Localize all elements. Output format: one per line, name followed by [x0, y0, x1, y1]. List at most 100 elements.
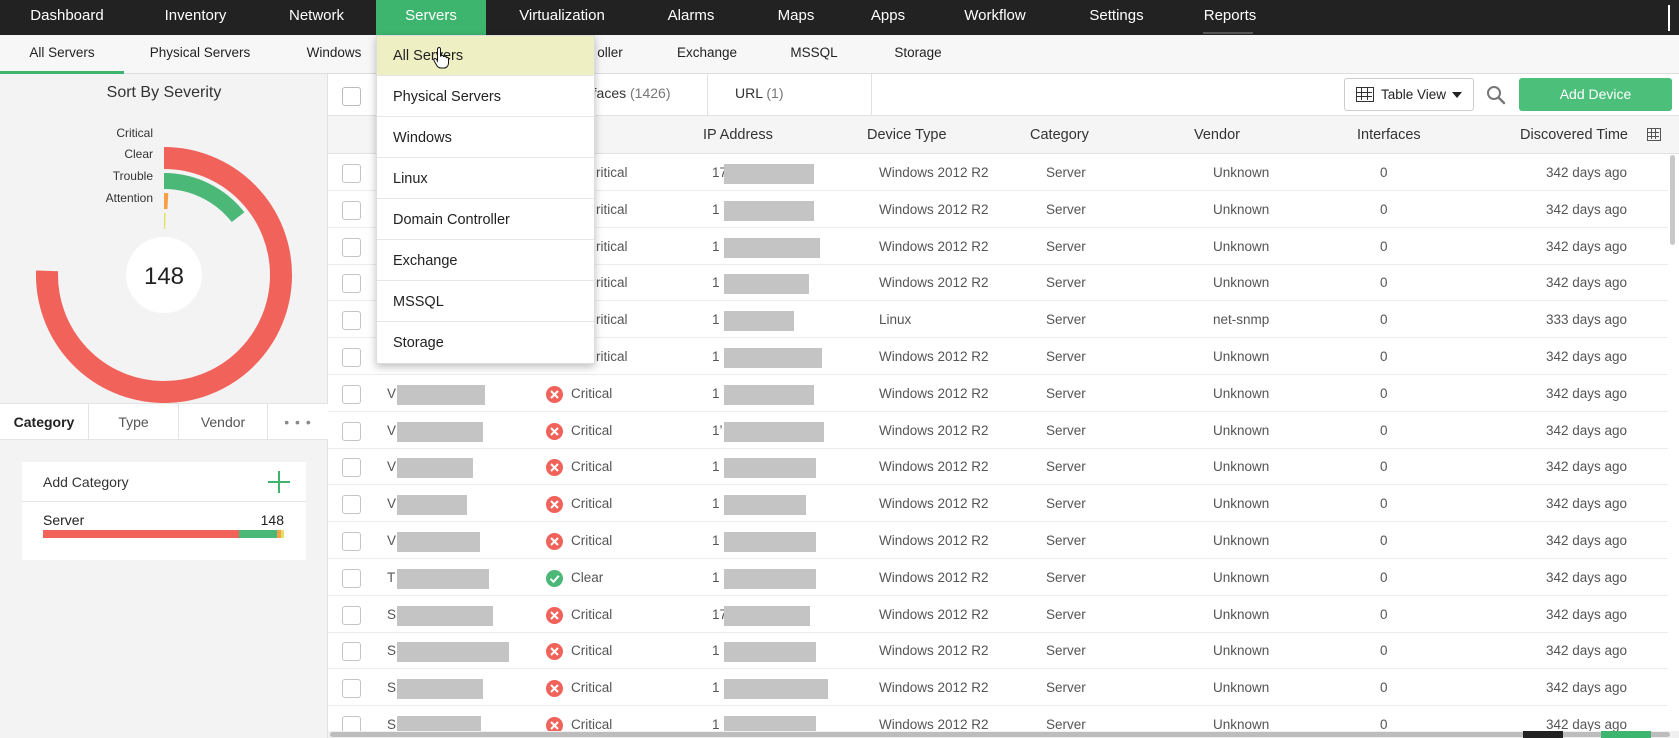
device-name-initial[interactable]: S [387, 670, 396, 706]
category-name[interactable]: Server [43, 512, 84, 528]
search-icon[interactable] [1486, 85, 1506, 105]
device-name-initial[interactable]: S [387, 597, 396, 633]
critical-icon [546, 643, 563, 661]
menu-item-linux[interactable]: Linux [377, 159, 594, 199]
device-name-initial[interactable]: V [387, 449, 396, 485]
col-ip-address[interactable]: IP Address [703, 116, 773, 154]
severity-title: Sort By Severity [106, 84, 222, 101]
subnav-storage[interactable]: Storage [884, 35, 952, 74]
table-row[interactable]: T Clear 1 Windows 2012 R2 Server Unknown 0 342 … [328, 559, 1668, 596]
column-settings-icon[interactable] [1647, 128, 1661, 141]
row-checkbox[interactable] [342, 200, 361, 220]
row-checkbox[interactable] [342, 568, 361, 588]
subnav-windows[interactable]: Windows [294, 35, 374, 74]
menu-item-exchange[interactable]: Exchange [377, 241, 594, 281]
table-row[interactable]: S Critical 1 Windows 2012 R2 Server Unknown 0 3… [328, 670, 1668, 707]
tab-type[interactable]: Type [89, 404, 179, 440]
discovered-time: 342 days ago [1546, 349, 1628, 364]
row-checkbox[interactable] [342, 532, 361, 551]
device-name-initial[interactable]: V [387, 486, 396, 522]
vendor: Unknown [1213, 201, 1270, 217]
device-name-initial[interactable]: V [387, 376, 396, 412]
nav-apps[interactable]: Apps [848, 0, 928, 35]
menu-item-physical-servers[interactable]: Physical Servers [377, 77, 594, 117]
col-discovered-time[interactable]: Discovered Time [1520, 116, 1628, 154]
subnav-domain-controller[interactable]: oller [590, 35, 630, 74]
row-checkbox[interactable] [342, 495, 361, 515]
status-text: ritical [596, 165, 628, 180]
col-vendor[interactable]: Vendor [1194, 116, 1240, 154]
hand-cursor-icon [433, 47, 449, 69]
col-device-type[interactable]: Device Type [867, 116, 947, 154]
device-name-initial[interactable]: T [387, 560, 395, 596]
interfaces: 0 [1380, 275, 1388, 291]
category: Server [1046, 165, 1086, 180]
row-checkbox[interactable] [342, 642, 361, 662]
col-interfaces[interactable]: Interfaces [1357, 116, 1421, 154]
menu-item-mssql[interactable]: MSSQL [377, 282, 594, 322]
nav-virtualization[interactable]: Virtualization [486, 0, 638, 35]
nav-network[interactable]: Network [257, 0, 376, 35]
nav-maps[interactable]: Maps [744, 0, 848, 35]
row-checkbox[interactable] [342, 679, 361, 699]
redacted-device-name [397, 568, 489, 589]
row-checkbox[interactable] [342, 384, 361, 404]
select-all-checkbox[interactable] [342, 87, 361, 106]
nav-settings[interactable]: Settings [1062, 0, 1171, 35]
nav-menu-handle[interactable] [1659, 0, 1679, 35]
device-name-initial[interactable]: V [387, 413, 396, 449]
tab-url-count: (1) [766, 85, 784, 101]
vertical-scrollbar[interactable] [1670, 155, 1675, 245]
tab-category[interactable]: Category [0, 404, 89, 440]
category: Server [1046, 201, 1086, 217]
subnav-all-servers[interactable]: All Servers [0, 35, 124, 74]
table-row[interactable]: V Critical 1 Windows 2012 R2 Server Unknown 0 3… [328, 523, 1668, 559]
interfaces: 0 [1380, 459, 1388, 475]
critical-icon [546, 422, 563, 440]
subnav-exchange[interactable]: Exchange [665, 35, 749, 74]
device-name-initial[interactable]: V [387, 523, 396, 559]
table-row[interactable]: S Critical 17 Windows 2012 R2 Server Unknown 0… [328, 596, 1668, 633]
menu-item-domain-controller[interactable]: Domain Controller [377, 200, 594, 240]
plus-icon[interactable] [268, 471, 290, 493]
tab-vendor[interactable]: Vendor [179, 404, 268, 440]
nav-inventory[interactable]: Inventory [134, 0, 257, 35]
col-category[interactable]: Category [1030, 116, 1089, 154]
nav-reports[interactable]: Reports [1171, 0, 1289, 35]
row-checkbox[interactable] [342, 348, 361, 367]
row-checkbox[interactable] [342, 605, 361, 625]
table-row[interactable]: V Critical 1 Windows 2012 R2 Server Unknown 0 3… [328, 375, 1668, 412]
table-row[interactable]: S Critical 1 Windows 2012 R2 Server Unknown 0 3… [328, 633, 1668, 670]
add-device-button[interactable]: Add Device [1519, 78, 1672, 111]
nav-dashboard[interactable]: Dashboard [0, 0, 134, 35]
subnav-physical-servers[interactable]: Physical Servers [136, 35, 264, 74]
row-checkbox[interactable] [342, 164, 361, 183]
tab-url[interactable]: URL (1) [708, 74, 872, 115]
more-tabs-icon[interactable]: • • • [268, 404, 328, 440]
row-checkbox[interactable] [342, 274, 361, 294]
nav-servers[interactable]: Servers [376, 0, 486, 35]
menu-item-all-servers[interactable]: All Servers [377, 36, 594, 76]
table-row[interactable]: V Critical 1’ Windows 2012 R2 Server Unknown 0… [328, 412, 1668, 449]
row-checkbox[interactable] [342, 311, 361, 331]
menu-item-storage[interactable]: Storage [377, 323, 594, 363]
row-checkbox[interactable] [342, 237, 361, 257]
device-name-initial[interactable]: S [387, 633, 396, 669]
severity-donut-chart[interactable]: 148 [0, 110, 328, 410]
nav-workflow[interactable]: Workflow [928, 0, 1062, 35]
table-view-dropdown[interactable]: Table View [1344, 78, 1474, 111]
subnav-mssql[interactable]: MSSQL [779, 35, 849, 74]
menu-item-windows[interactable]: Windows [377, 118, 594, 158]
table-row[interactable]: V Critical 1 Windows 2012 R2 Server Unknown 0 3… [328, 486, 1668, 523]
add-category-row[interactable]: Add Category [22, 462, 306, 502]
horizontal-scrollbar[interactable] [330, 732, 1670, 737]
vendor: net-snmp [1213, 312, 1270, 328]
table-row[interactable]: V Critical 1 Windows 2012 R2 Server Unknown 0 3… [328, 449, 1668, 486]
row-checkbox[interactable] [342, 458, 361, 478]
interfaces: 0 [1380, 496, 1388, 512]
discovered-time: 342 days ago [1546, 643, 1628, 659]
critical-icon [546, 533, 563, 550]
ip-prefix: 1’ [712, 422, 723, 438]
row-checkbox[interactable] [342, 421, 361, 441]
nav-alarms[interactable]: Alarms [638, 0, 744, 35]
